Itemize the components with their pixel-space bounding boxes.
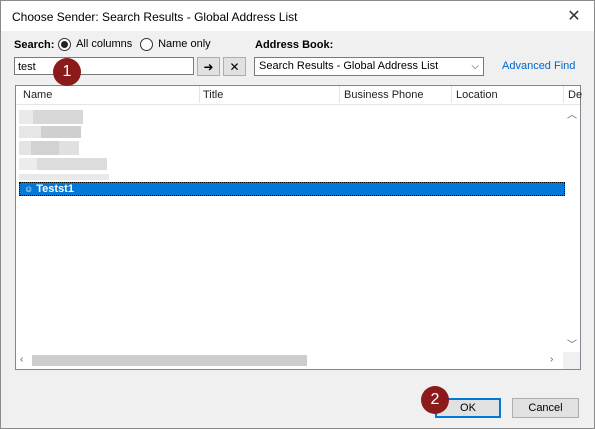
- advanced-find-link[interactable]: Advanced Find: [502, 60, 575, 72]
- results-list[interactable]: Name Title Business Phone Location De ☺: [15, 85, 582, 370]
- search-label: Search:: [14, 39, 55, 51]
- column-header-business-phone[interactable]: Business Phone: [344, 89, 424, 101]
- title-bar: Choose Sender: Search Results - Global A…: [1, 1, 594, 31]
- clear-search-button[interactable]: ✕: [223, 57, 246, 76]
- contact-icon: ☺: [24, 184, 34, 194]
- list-header: Name Title Business Phone Location De: [16, 86, 582, 105]
- scroll-up-icon[interactable]: ︿: [567, 106, 577, 121]
- callout-badge-2: 2: [421, 386, 449, 414]
- scroll-down-icon[interactable]: ﹀: [567, 336, 577, 351]
- scroll-left-icon[interactable]: ‹: [20, 354, 23, 365]
- go-button[interactable]: ➜: [197, 57, 220, 76]
- name-only-radio[interactable]: Name only: [140, 38, 211, 51]
- list-item-name: Testst1: [36, 183, 74, 195]
- scroll-right-icon[interactable]: ›: [550, 354, 553, 365]
- horizontal-scrollbar[interactable]: ‹ ›: [16, 352, 563, 369]
- radio-checked-icon[interactable]: [58, 38, 71, 51]
- all-columns-label: All columns: [76, 38, 133, 51]
- column-header-department[interactable]: De: [568, 89, 582, 101]
- list-item-selected[interactable]: ☺ Testst1: [19, 182, 565, 196]
- column-header-title[interactable]: Title: [203, 89, 223, 101]
- address-book-label: Address Book:: [255, 39, 334, 51]
- close-icon[interactable]: ✕: [554, 1, 594, 31]
- dialog-title: Choose Sender: Search Results - Global A…: [12, 10, 298, 24]
- column-header-location[interactable]: Location: [456, 89, 498, 101]
- choose-sender-dialog: Choose Sender: Search Results - Global A…: [0, 0, 595, 429]
- scrollbar-corner: [563, 352, 580, 369]
- search-input[interactable]: test: [14, 57, 194, 75]
- vertical-scrollbar[interactable]: ︿ ﹀: [563, 104, 580, 353]
- radio-unchecked-icon[interactable]: [140, 38, 153, 51]
- all-columns-radio[interactable]: All columns: [58, 38, 132, 51]
- callout-badge-1: 1: [53, 58, 81, 86]
- cancel-button[interactable]: Cancel: [512, 398, 579, 418]
- address-book-value: Search Results - Global Address List: [259, 60, 439, 72]
- address-book-dropdown[interactable]: Search Results - Global Address List ⌵: [254, 57, 484, 76]
- horizontal-scroll-thumb[interactable]: [32, 355, 307, 366]
- name-only-label: Name only: [158, 38, 211, 51]
- column-header-name[interactable]: Name: [23, 89, 52, 101]
- chevron-down-icon[interactable]: ⌵: [471, 58, 479, 75]
